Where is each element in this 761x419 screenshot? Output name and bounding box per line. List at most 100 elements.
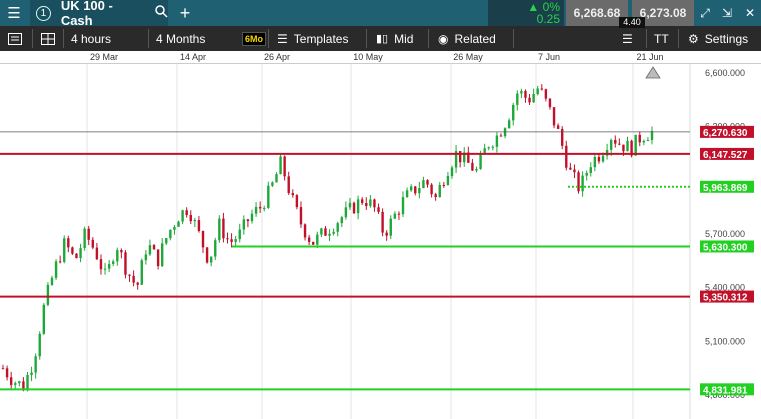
settings-button[interactable]: ⚙ Settings — [688, 26, 748, 51]
spread-badge: 4.40 — [619, 17, 645, 28]
level-label: 4,831.981 — [703, 385, 748, 396]
close-icon[interactable]: ✕ — [739, 0, 761, 26]
candle-body — [58, 261, 62, 263]
candle-body — [352, 202, 356, 214]
candle-body — [397, 213, 401, 215]
candle-body — [434, 194, 437, 198]
candle-body — [67, 238, 70, 248]
candle-body — [528, 97, 531, 103]
candle-body — [638, 134, 641, 143]
candle-body — [226, 238, 229, 240]
candle-body — [446, 175, 450, 185]
text-size-button[interactable]: TT — [654, 26, 669, 51]
level-label: 5,963.869 — [703, 183, 748, 194]
candle-body — [205, 247, 209, 263]
collapse-icon[interactable]: ⇲ — [716, 0, 738, 26]
candle-body — [152, 245, 156, 250]
candle-body — [246, 219, 250, 222]
price-axis-label: 6,600.000 — [705, 68, 745, 78]
related-button[interactable]: ◉ Related — [438, 26, 496, 51]
candle-body — [422, 180, 425, 189]
date-axis: 29 Mar 14 Apr 26 Apr 10 May 26 May 7 Jun… — [0, 51, 761, 64]
settings-label: Settings — [704, 31, 749, 46]
candle-body — [573, 169, 576, 173]
candle-body — [5, 368, 9, 378]
candle-body — [442, 184, 446, 186]
candle-body — [258, 207, 262, 209]
candle-body — [356, 199, 360, 214]
candle-body — [181, 210, 184, 222]
price-chart[interactable]: 6,600.0006,300.0005,700.0005,400.0005,10… — [0, 64, 761, 419]
templates-icon: ☰ — [277, 31, 288, 46]
candle-body — [160, 243, 164, 267]
notes-icon[interactable]: ☰ — [622, 26, 633, 51]
candle-body — [520, 90, 523, 94]
candle-body — [99, 259, 103, 270]
date-label: 26 May — [453, 52, 483, 62]
candle-body — [561, 128, 564, 146]
layout-grid-icon[interactable] — [41, 26, 55, 51]
candle-body — [340, 217, 343, 224]
date-label: 29 Mar — [89, 52, 119, 62]
interval-select[interactable]: 4 hours — [71, 26, 111, 51]
hamburger-menu-icon[interactable]: ☰ — [0, 0, 28, 26]
candle-body — [120, 250, 123, 253]
candle-body — [169, 229, 172, 239]
candle-body — [279, 156, 282, 175]
candle-body — [87, 228, 90, 240]
candle-body — [593, 156, 597, 168]
candle-body — [565, 145, 568, 168]
candle-body — [650, 130, 654, 140]
candle-body — [634, 134, 637, 156]
candle-body — [193, 220, 197, 222]
candle-body — [42, 304, 46, 334]
candle-body — [201, 231, 205, 248]
expand-icon[interactable]: ⤢ — [694, 0, 716, 26]
candle-body — [50, 277, 54, 285]
candle-body — [328, 233, 331, 236]
candle-body — [601, 155, 605, 162]
search-icon[interactable] — [155, 5, 168, 21]
candle-body — [91, 239, 94, 248]
candle-body — [622, 144, 625, 152]
date-label: 21 Jun — [636, 52, 664, 62]
instrument-tab[interactable]: 1 UK 100 - Cash — [30, 0, 168, 28]
candle-body — [646, 139, 650, 141]
candle-body — [165, 238, 168, 244]
candle-body — [103, 268, 107, 270]
range-badge[interactable]: 6Mo — [242, 26, 266, 51]
candle-body — [132, 275, 135, 283]
candle-body — [267, 185, 270, 208]
candle-body — [46, 284, 50, 305]
add-tab-icon[interactable]: + — [172, 0, 198, 26]
candle-body — [548, 98, 552, 108]
chart-toolbar: 4 hours 4 Months 6Mo ☰ Templates ▮▯ Mid … — [0, 26, 761, 51]
price-change: ▲ 0% 0.25 — [488, 0, 564, 26]
candle-body — [83, 228, 86, 249]
candle-body — [9, 377, 13, 385]
top-bar: ☰ 1 UK 100 - Cash + ▲ 0% 0.25 6,268.68 4… — [0, 0, 761, 28]
candle-body — [295, 195, 299, 208]
candle-body — [536, 88, 539, 95]
panel-icon[interactable] — [8, 26, 22, 51]
candle-body — [389, 218, 392, 236]
candle-body — [479, 154, 482, 169]
candle-body — [303, 224, 307, 238]
candle-body — [577, 172, 580, 192]
candle-body — [209, 256, 213, 263]
candle-body — [222, 218, 225, 239]
candle-body — [63, 238, 66, 262]
candle-body — [524, 90, 527, 98]
candle-body — [609, 139, 613, 150]
gear-icon: ⚙ — [688, 31, 699, 46]
candle-body — [512, 104, 515, 121]
range-select[interactable]: 4 Months — [156, 26, 205, 51]
price-type-button[interactable]: ▮▯ Mid — [376, 26, 413, 51]
candle-body — [516, 93, 519, 105]
candle-body — [414, 186, 417, 194]
candle-body — [544, 89, 548, 99]
candle-body — [426, 180, 429, 185]
candle-body — [360, 199, 364, 203]
templates-button[interactable]: ☰ Templates — [277, 26, 348, 51]
candle-body — [148, 245, 152, 255]
